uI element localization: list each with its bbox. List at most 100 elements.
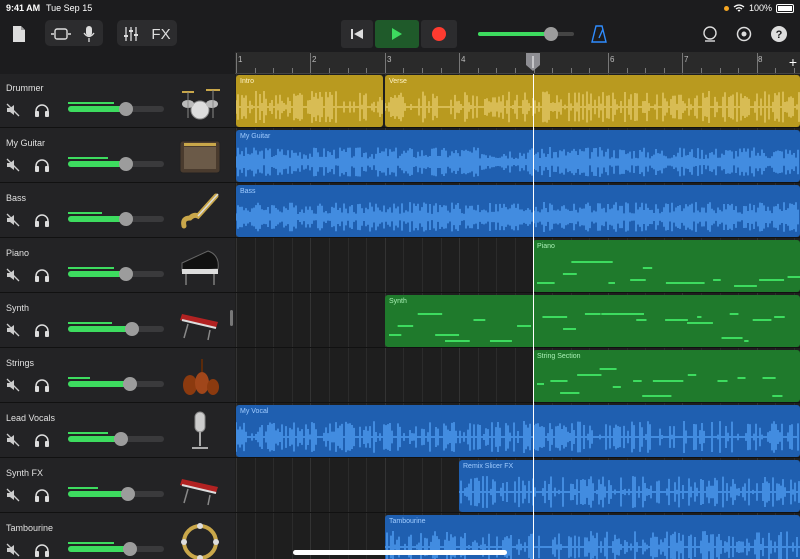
volume-knob[interactable] xyxy=(123,377,137,391)
track-volume-slider[interactable] xyxy=(68,542,164,556)
volume-fill xyxy=(68,106,126,112)
ruler-tick xyxy=(626,68,628,73)
add-section-button[interactable]: + xyxy=(789,54,797,70)
region-my-guitar[interactable]: My Guitar xyxy=(236,130,800,182)
track-volume-slider[interactable] xyxy=(68,487,164,501)
track-header-my-guitar[interactable]: My Guitar xyxy=(0,129,235,183)
level-meter xyxy=(68,267,114,269)
loop-browser-button[interactable] xyxy=(699,23,721,45)
track-volume-slider[interactable] xyxy=(68,212,164,226)
play-button[interactable] xyxy=(375,20,419,48)
headphones-icon[interactable] xyxy=(34,378,50,392)
drum-kit-icon xyxy=(182,89,220,120)
mute-icon[interactable] xyxy=(6,158,20,172)
play-icon xyxy=(392,28,402,40)
mute-icon[interactable] xyxy=(6,213,20,227)
track-volume-slider[interactable] xyxy=(68,157,164,171)
fx-button[interactable]: FX xyxy=(148,24,174,44)
volume-knob[interactable] xyxy=(121,487,135,501)
ruler-tick xyxy=(310,53,312,73)
track-lane-bass: Bass xyxy=(235,184,800,238)
volume-knob[interactable] xyxy=(119,157,133,171)
master-volume-slider[interactable] xyxy=(478,27,574,41)
volume-knob[interactable] xyxy=(125,322,139,336)
metronome-button[interactable] xyxy=(588,23,610,45)
headphones-icon[interactable] xyxy=(34,488,50,502)
mute-icon[interactable] xyxy=(6,323,20,337)
track-header-strings[interactable]: Strings xyxy=(0,349,235,403)
region-piano[interactable]: Piano xyxy=(533,240,800,292)
track-lane-synth-fx: Remix Slicer FX xyxy=(235,459,800,513)
track-header-lead-vocals[interactable]: Lead Vocals xyxy=(0,404,235,458)
headphones-icon[interactable] xyxy=(34,543,50,557)
track-volume-slider[interactable] xyxy=(68,377,164,391)
region-remix-slicer-fx[interactable]: Remix Slicer FX xyxy=(459,460,800,512)
record-button[interactable] xyxy=(421,20,457,48)
track-lane-synth: Synth xyxy=(235,294,800,348)
mute-icon[interactable] xyxy=(6,433,20,447)
help-button[interactable]: ? xyxy=(768,23,790,45)
resize-handle[interactable] xyxy=(230,310,233,326)
home-indicator[interactable] xyxy=(293,550,507,555)
track-header-piano[interactable]: Piano xyxy=(0,239,235,293)
volume-knob[interactable] xyxy=(114,432,128,446)
track-header-bass[interactable]: Bass xyxy=(0,184,235,238)
headphones-icon[interactable] xyxy=(34,433,50,447)
region-string-section[interactable]: String Section xyxy=(533,350,800,402)
region-intro[interactable]: Intro xyxy=(236,75,383,127)
my-songs-button[interactable] xyxy=(10,23,28,45)
track-controls-button[interactable] xyxy=(120,24,142,44)
volume-knob[interactable] xyxy=(119,267,133,281)
volume-knob[interactable] xyxy=(119,212,133,226)
track-header-tambourine[interactable]: Tambourine xyxy=(0,514,235,559)
volume-knob[interactable] xyxy=(119,102,133,116)
mute-icon[interactable] xyxy=(6,268,20,282)
headphones-icon[interactable] xyxy=(34,213,50,227)
master-volume-knob[interactable] xyxy=(544,27,558,41)
microphone-icon xyxy=(83,26,95,42)
grand-piano-icon xyxy=(181,250,219,285)
playhead[interactable] xyxy=(533,74,534,559)
headphones-icon[interactable] xyxy=(34,323,50,337)
region-midi-notes xyxy=(537,261,800,287)
region-bass[interactable]: Bass xyxy=(236,185,800,237)
bar-number: 3 xyxy=(387,55,392,64)
region-label: My Vocal xyxy=(240,408,269,415)
region-midi-notes xyxy=(389,313,785,342)
headphones-icon[interactable] xyxy=(34,268,50,282)
mute-icon[interactable] xyxy=(6,378,20,392)
mute-icon[interactable] xyxy=(6,543,20,557)
playhead-handle[interactable] xyxy=(525,52,541,72)
region-verse[interactable]: Verse xyxy=(385,75,800,127)
ruler-tick xyxy=(719,68,721,73)
bass-guitar-icon xyxy=(181,193,219,229)
track-header-synth[interactable]: Synth xyxy=(0,294,235,348)
region-synth[interactable]: Synth xyxy=(385,295,800,347)
volume-knob[interactable] xyxy=(123,542,137,556)
track-lane-lead-vocals: My Vocal xyxy=(235,404,800,458)
level-meter xyxy=(68,212,102,214)
track-header-synth-fx[interactable]: Synth FX xyxy=(0,459,235,513)
timeline-ruler[interactable]: 1 2 3 4 5 6 7 8 + xyxy=(235,52,800,74)
track-header-drummer[interactable]: Drummer xyxy=(0,74,235,128)
go-to-beginning-button[interactable] xyxy=(341,20,373,48)
region-my-vocal[interactable]: My Vocal xyxy=(236,405,800,457)
track-headers: Drummer My Guitar Bass Piano Synth Strin… xyxy=(0,74,235,559)
status-right: 100% xyxy=(723,3,794,13)
track-volume-slider[interactable] xyxy=(68,432,164,446)
headphones-icon[interactable] xyxy=(34,158,50,172)
headphones-icon[interactable] xyxy=(34,103,50,117)
ruler-tick xyxy=(291,68,293,73)
track-volume-slider[interactable] xyxy=(68,322,164,336)
track-volume-slider[interactable] xyxy=(68,102,164,116)
track-lane-drummer: Intro Verse xyxy=(235,74,800,128)
track-view-button[interactable] xyxy=(49,24,73,44)
ruler-tick xyxy=(273,68,275,73)
arrangement-area[interactable]: Intro Verse My Guitar Bass Piano Synth S… xyxy=(235,74,800,559)
mute-icon[interactable] xyxy=(6,488,20,502)
track-volume-slider[interactable] xyxy=(68,267,164,281)
mute-icon[interactable] xyxy=(6,103,20,117)
settings-button[interactable] xyxy=(733,23,755,45)
microphone-button[interactable] xyxy=(79,24,99,44)
ruler-tick xyxy=(682,53,684,73)
